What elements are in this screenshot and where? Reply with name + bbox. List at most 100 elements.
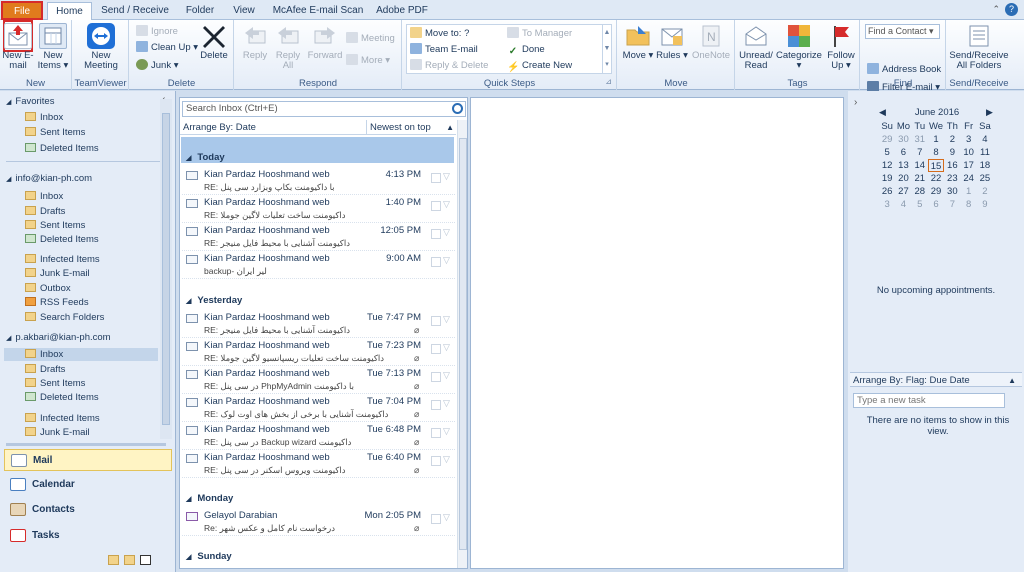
flag-icon[interactable]: ▽	[443, 255, 450, 266]
category-icon[interactable]	[431, 514, 441, 524]
calendar-day[interactable]: 17	[960, 159, 976, 172]
flag-icon[interactable]: ▽	[443, 314, 450, 325]
favorites-header[interactable]: ◢ Favorites	[6, 96, 54, 107]
forward-button[interactable]: Forward	[307, 23, 343, 61]
shortcuts-icon[interactable]	[140, 555, 151, 565]
category-icon[interactable]	[431, 201, 441, 211]
unread-read-button[interactable]: Unread/ Read	[738, 23, 774, 71]
calendar-day[interactable]: 7	[912, 146, 928, 159]
acc1-search-folders[interactable]: Search Folders	[25, 311, 104, 324]
arrange-by-date[interactable]: Arrange By: Date	[183, 120, 256, 135]
nav-scrollbar[interactable]	[160, 99, 172, 439]
acc1-inbox[interactable]: Inbox	[25, 190, 63, 203]
account1-header[interactable]: ◢ info@kian-ph.com	[6, 173, 92, 184]
flag-icon[interactable]: ▽	[443, 342, 450, 353]
flag-icon[interactable]: ▽	[443, 512, 450, 523]
delete-button[interactable]: Delete	[198, 23, 230, 61]
acc1-junk-email[interactable]: Junk E-mail	[25, 267, 90, 280]
tab-view[interactable]: View	[226, 2, 262, 20]
new-items-button[interactable]: New Items ▾	[36, 23, 70, 71]
qs-move-to[interactable]: Move to: ?	[410, 26, 469, 41]
category-icon[interactable]	[431, 456, 441, 466]
new-meeting-button[interactable]: New Meeting	[78, 23, 124, 71]
calendar-day[interactable]: 6	[928, 198, 944, 211]
calendar-day[interactable]: 7	[944, 198, 960, 211]
acc2-inbox[interactable]: Inbox	[4, 348, 158, 361]
nav-button-tasks[interactable]: Tasks	[4, 525, 172, 547]
acc1-outbox[interactable]: Outbox	[25, 282, 71, 295]
calendar-day[interactable]: 10	[960, 146, 976, 159]
calendar-day[interactable]: 8	[928, 146, 944, 159]
tab-send-receive[interactable]: Send / Receive	[98, 2, 172, 20]
quick-steps-launcher-icon[interactable]: ⊿	[605, 74, 612, 89]
acc2-drafts[interactable]: Drafts	[25, 363, 65, 376]
calendar-day[interactable]: 6	[895, 146, 911, 159]
calendar-next-icon[interactable]: ▶	[986, 107, 993, 118]
minimize-ribbon-icon[interactable]: ⌃	[992, 4, 1000, 15]
calendar-prev-icon[interactable]: ◀	[879, 107, 886, 118]
mail-item[interactable]: Gelayol Darabian Mon 2:05 PM Re: درخواست ن…	[182, 508, 455, 536]
qs-team-email[interactable]: Team E-mail	[410, 42, 478, 57]
notes-shortcut-icon[interactable]	[108, 555, 119, 565]
mail-item[interactable]: Kian Pardaz Hooshmand web Tue 7:04 PM RE: …	[182, 394, 455, 422]
mail-item[interactable]: Kian Pardaz Hooshmand web 12:05 PM RE: داک…	[182, 223, 455, 251]
calendar-day[interactable]: 29	[879, 133, 895, 146]
calendar-day[interactable]: 16	[944, 159, 960, 172]
task-arrange-header[interactable]: Arrange By: Flag: Due Date ▲	[850, 372, 1022, 387]
tab-home[interactable]: Home	[47, 2, 92, 21]
tab-file[interactable]: File	[1, 1, 43, 20]
search-inbox-input[interactable]: Search Inbox (Ctrl+E)	[182, 101, 466, 117]
flag-icon[interactable]: ▽	[443, 227, 450, 238]
acc1-deleted-items[interactable]: Deleted Items	[25, 233, 99, 246]
mail-item[interactable]: Kian Pardaz Hooshmand web Tue 7:47 PM RE: …	[182, 310, 455, 338]
sort-ascending-icon[interactable]: ▲	[1008, 373, 1016, 388]
calendar-day[interactable]: 3	[960, 133, 976, 146]
acc1-rss-feeds[interactable]: RSS Feeds	[25, 296, 89, 309]
mail-item[interactable]: Kian Pardaz Hooshmand web Tue 6:40 PM RE: …	[182, 450, 455, 478]
category-icon[interactable]	[431, 257, 441, 267]
calendar-day[interactable]: 30	[895, 133, 911, 146]
categorize-button[interactable]: Categorize ▾	[776, 23, 822, 71]
search-icon[interactable]	[452, 103, 463, 114]
acc2-junk-email[interactable]: Junk E-mail	[25, 426, 90, 439]
calendar-day[interactable]: 2	[977, 185, 993, 198]
group-sunday[interactable]: ◢ Sunday	[186, 551, 232, 562]
junk-button[interactable]: Junk ▾	[136, 58, 178, 73]
nav-button-mail[interactable]: Mail	[4, 449, 172, 471]
category-icon[interactable]	[431, 428, 441, 438]
new-task-input[interactable]: Type a new task	[853, 393, 1005, 408]
calendar-day[interactable]: 9	[944, 146, 960, 159]
calendar-day[interactable]: 20	[895, 172, 911, 185]
calendar-day[interactable]: 26	[879, 185, 895, 198]
calendar-day[interactable]: 19	[879, 172, 895, 185]
group-monday[interactable]: ◢ Monday	[186, 493, 233, 504]
calendar-day[interactable]: 2	[944, 133, 960, 146]
clean-up-button[interactable]: Clean Up ▾	[136, 40, 198, 55]
reply-all-button[interactable]: Reply All	[273, 23, 303, 71]
qs-create-new[interactable]: ⚡ Create New	[507, 58, 572, 73]
nav-button-contacts[interactable]: Contacts	[4, 499, 172, 521]
nav-button-calendar[interactable]: Calendar	[4, 474, 172, 496]
calendar-day[interactable]: 29	[928, 185, 944, 198]
calendar-day[interactable]: 24	[960, 172, 976, 185]
new-email-button[interactable]: New E-mail	[2, 23, 34, 71]
fav-inbox[interactable]: Inbox	[25, 111, 63, 124]
reply-button[interactable]: Reply	[239, 23, 271, 61]
category-icon[interactable]	[431, 316, 441, 326]
mail-item[interactable]: Kian Pardaz Hooshmand web 1:40 PM RE: داکی…	[182, 195, 455, 223]
calendar-day[interactable]: 5	[912, 198, 928, 211]
address-book-button[interactable]: Address Book	[867, 62, 941, 77]
follow-up-button[interactable]: Follow Up ▾	[824, 23, 858, 71]
calendar-day[interactable]: 13	[895, 159, 911, 172]
calendar-day[interactable]: 14	[912, 159, 928, 172]
find-contact-input[interactable]: Find a Contact ▾	[865, 24, 940, 39]
calendar-day[interactable]: 25	[977, 172, 993, 185]
calendar-day[interactable]: 9	[977, 198, 993, 211]
mail-item[interactable]: Kian Pardaz Hooshmand web Tue 6:48 PM RE: …	[182, 422, 455, 450]
fav-sent-items[interactable]: Sent Items	[25, 126, 85, 139]
more-respond-button[interactable]: More ▾	[346, 53, 390, 68]
calendar-day[interactable]: 27	[895, 185, 911, 198]
flag-icon[interactable]: ▽	[443, 426, 450, 437]
onenote-button[interactable]: N OneNote	[690, 23, 732, 61]
rules-button[interactable]: Rules ▾	[656, 23, 688, 61]
